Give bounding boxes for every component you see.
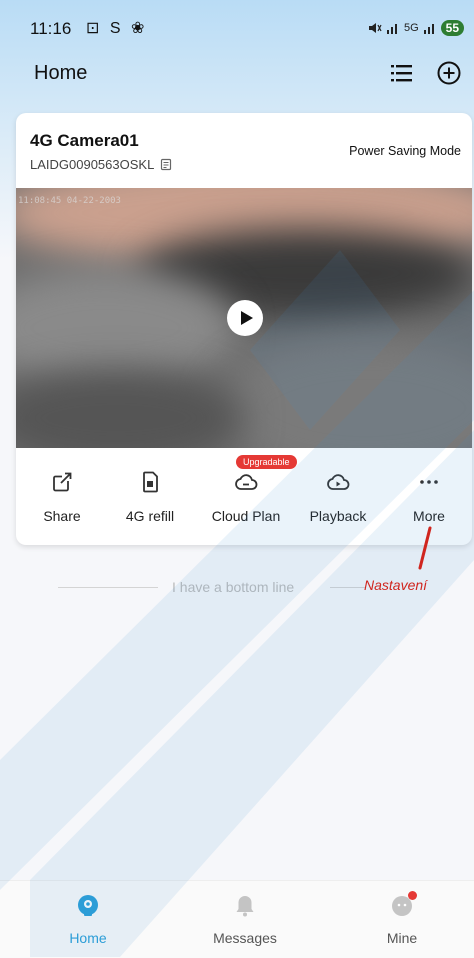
network-type: 5G	[403, 22, 419, 34]
upgradable-badge: Upgradable	[236, 455, 297, 469]
tab-home[interactable]: Home	[28, 881, 148, 958]
sim-card-icon	[143, 471, 158, 493]
list-icon	[391, 65, 412, 82]
add-device-button[interactable]	[434, 58, 464, 88]
bell-icon	[236, 896, 254, 917]
bottom-line-text: I have a bottom line	[172, 579, 295, 595]
mute-icon	[368, 23, 382, 33]
more-button[interactable]: More	[389, 458, 469, 528]
cloud-minus-icon	[235, 474, 258, 490]
device-serial: LAIDG0090563OSKL	[30, 157, 155, 172]
divider	[330, 587, 366, 588]
cloud-play-icon	[327, 474, 350, 490]
video-timestamp: 11:08:45 04-22-2003	[18, 196, 121, 206]
signal-icon	[386, 24, 397, 34]
copy-icon[interactable]	[160, 158, 172, 171]
bottom-nav: Home Messages Mine	[0, 880, 474, 958]
status-bar: 11:16 ⊡ S ❀ 5G 55	[0, 0, 474, 44]
divider	[58, 587, 158, 588]
page-title: Home	[34, 62, 88, 84]
video-blur-shape	[16, 368, 246, 448]
annotation-text: Nastavení	[364, 577, 428, 593]
cloud-plan-button[interactable]: Upgradable Cloud Plan	[206, 455, 297, 528]
4g-refill-label: 4G refill	[125, 508, 175, 524]
device-actions: Share 4G refill Upgradable Cloud Plan Pl…	[16, 455, 472, 538]
share-button[interactable]: Share	[22, 458, 102, 528]
notification-dot	[408, 891, 417, 900]
video-preview[interactable]: 11:08:45 04-22-2003	[16, 188, 472, 448]
tab-messages-label: Messages	[213, 930, 277, 946]
status-time: 11:16	[30, 19, 72, 38]
battery-icon: 55	[440, 20, 464, 36]
notification-icons: ⊡ S ❀	[86, 20, 148, 37]
play-button[interactable]	[227, 300, 263, 336]
tab-home-label: Home	[69, 930, 107, 946]
4g-refill-button[interactable]: 4G refill	[110, 458, 190, 528]
more-label: More	[413, 508, 445, 524]
playback-label: Playback	[309, 508, 367, 524]
share-icon	[53, 472, 72, 492]
device-card[interactable]: 4G Camera01 LAIDG0090563OSKL Power Savin…	[16, 113, 472, 545]
home-camera-icon	[78, 895, 98, 916]
device-list-button[interactable]	[386, 58, 416, 88]
device-name: 4G Camera01	[30, 131, 139, 150]
add-circle-icon	[437, 61, 461, 85]
app-header: Home	[0, 52, 474, 96]
power-mode-label: Power Saving Mode	[349, 144, 461, 158]
tab-mine-label: Mine	[386, 930, 418, 946]
status-right: 5G 55	[368, 20, 464, 36]
cloud-plan-label: Cloud Plan	[211, 508, 281, 524]
device-serial-row: LAIDG0090563OSKL	[30, 157, 172, 172]
tab-mine[interactable]: Mine	[342, 881, 462, 958]
signal-icon-2	[423, 24, 434, 34]
playback-button[interactable]: Playback	[298, 458, 378, 528]
share-label: Share	[43, 508, 81, 524]
video-blur-shape	[216, 338, 472, 448]
more-dots-icon	[420, 480, 438, 484]
tab-messages[interactable]: Messages	[185, 881, 305, 958]
